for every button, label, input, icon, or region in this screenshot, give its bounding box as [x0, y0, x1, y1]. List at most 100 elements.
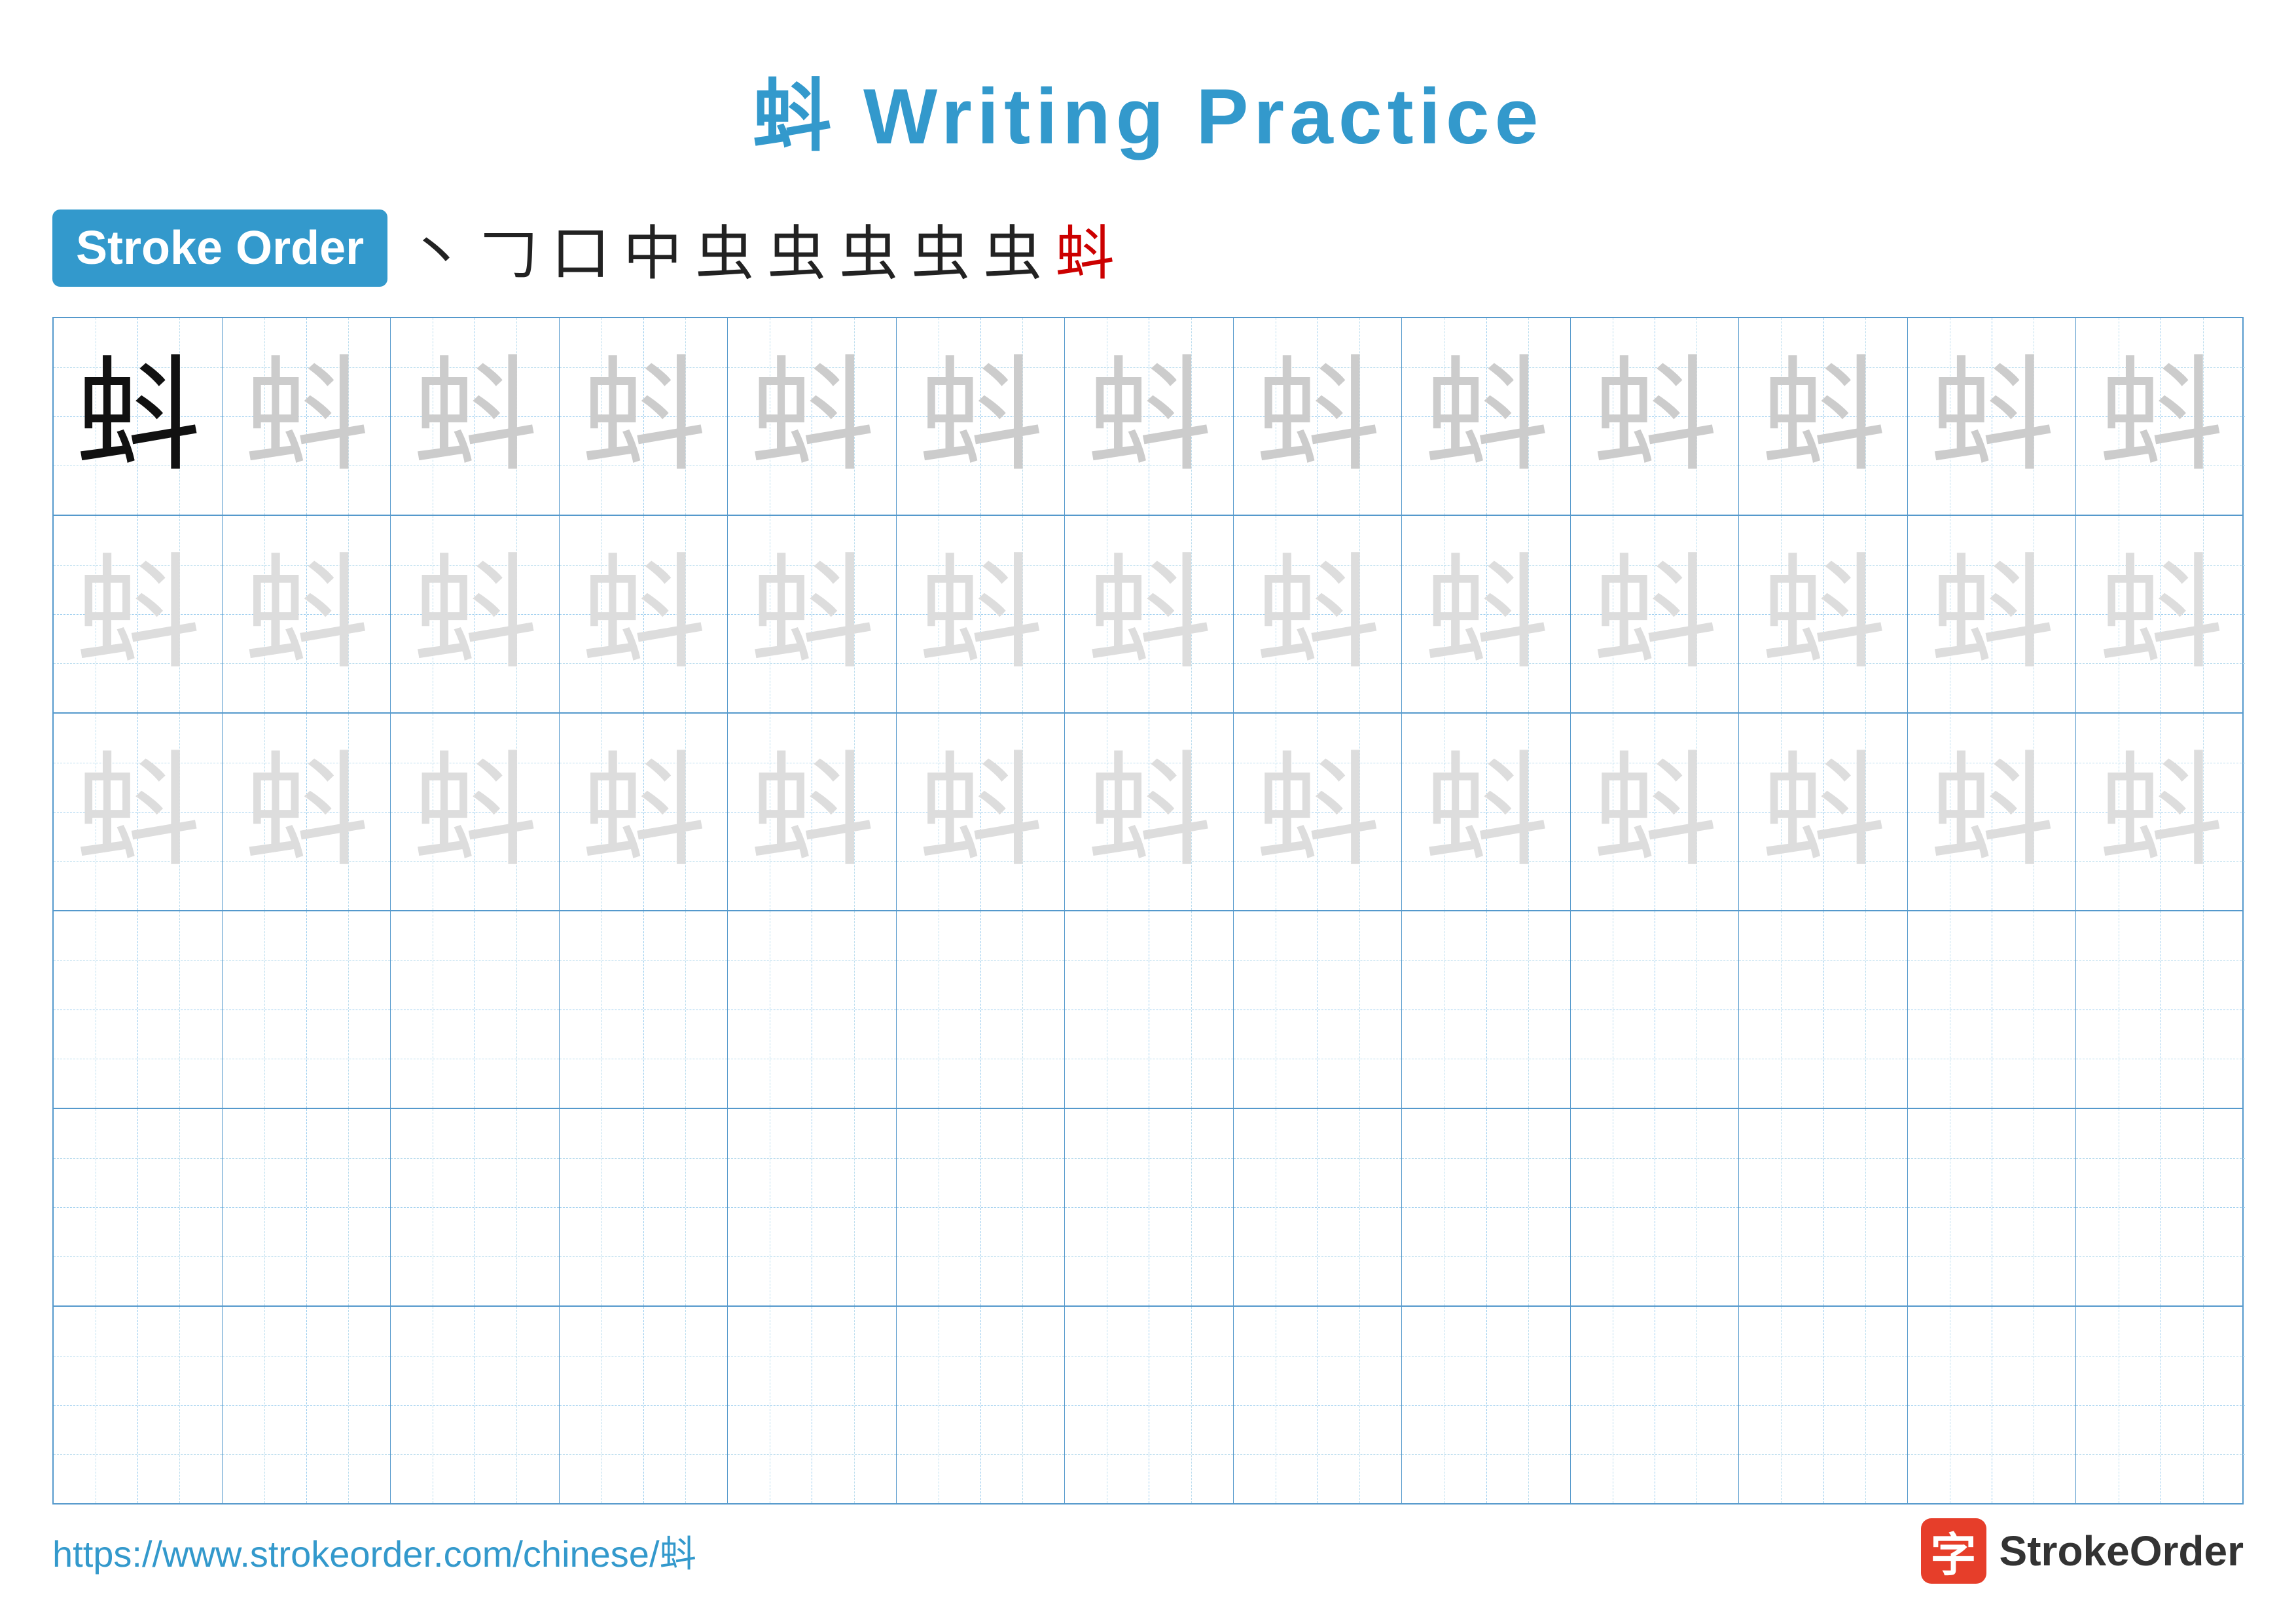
grid-cell[interactable]: 蚪	[1908, 318, 2077, 515]
grid-cell[interactable]	[223, 911, 391, 1108]
grid-cell[interactable]	[728, 1109, 897, 1305]
grid-cell[interactable]: 蚪	[54, 318, 223, 515]
grid-cell[interactable]	[1739, 911, 1908, 1108]
grid-cell[interactable]	[897, 1109, 1066, 1305]
grid-cell[interactable]	[223, 1307, 391, 1503]
grid-cell[interactable]	[560, 911, 728, 1108]
grid-cell[interactable]: 蚪	[391, 714, 560, 910]
grid-cell[interactable]: 蚪	[2076, 318, 2245, 515]
grid-cell[interactable]: 蚪	[728, 318, 897, 515]
grid-row-4	[54, 911, 2242, 1109]
footer-url[interactable]: https://www.strokeorder.com/chinese/蚪	[52, 1525, 696, 1578]
char-light: 蚪	[2098, 552, 2223, 676]
grid-cell[interactable]: 蚪	[1234, 516, 1403, 712]
grid-cell[interactable]: 蚪	[1571, 318, 1740, 515]
grid-cell[interactable]	[54, 911, 223, 1108]
grid-cell[interactable]	[1065, 911, 1234, 1108]
stroke-3: 口	[551, 206, 610, 291]
char-light: 蚪	[581, 750, 706, 874]
stroke-order-row: Stroke Order 丶 𠃌 口 中 虫 虫 虫 虫 虫 蚪	[52, 206, 2244, 291]
char-medium: 蚪	[1929, 354, 2054, 479]
grid-cell[interactable]	[1065, 1307, 1234, 1503]
grid-cell[interactable]: 蚪	[1908, 714, 2077, 910]
grid-cell[interactable]: 蚪	[1571, 516, 1740, 712]
grid-cell[interactable]	[2076, 911, 2245, 1108]
grid-cell[interactable]: 蚪	[1402, 318, 1571, 515]
char-light: 蚪	[1255, 552, 1380, 676]
grid-cell[interactable]	[1571, 1109, 1740, 1305]
grid-cell[interactable]	[54, 1109, 223, 1305]
grid-cell[interactable]	[1402, 1109, 1571, 1305]
char-medium: 蚪	[918, 354, 1043, 479]
grid-cell[interactable]: 蚪	[223, 318, 391, 515]
grid-cell[interactable]	[54, 1307, 223, 1503]
grid-cell[interactable]	[391, 1109, 560, 1305]
grid-cell[interactable]	[1571, 911, 1740, 1108]
grid-cell[interactable]	[728, 1307, 897, 1503]
grid-cell[interactable]: 蚪	[728, 714, 897, 910]
grid-cell[interactable]: 蚪	[223, 516, 391, 712]
char-light: 蚪	[1761, 750, 1886, 874]
grid-cell[interactable]	[223, 1109, 391, 1305]
grid-cell[interactable]	[1234, 911, 1403, 1108]
grid-cell[interactable]: 蚪	[1739, 318, 1908, 515]
grid-row-3: 蚪 蚪 蚪 蚪 蚪 蚪	[54, 714, 2242, 911]
grid-cell[interactable]: 蚪	[2076, 714, 2245, 910]
grid-cell[interactable]: 蚪	[1234, 714, 1403, 910]
grid-cell[interactable]: 蚪	[1065, 714, 1234, 910]
char-light: 蚪	[412, 750, 537, 874]
char-light: 蚪	[918, 750, 1043, 874]
grid-cell[interactable]: 蚪	[1739, 714, 1908, 910]
grid-cell[interactable]	[1234, 1109, 1403, 1305]
grid-cell[interactable]: 蚪	[897, 516, 1066, 712]
char-light: 蚪	[581, 552, 706, 676]
grid-cell[interactable]: 蚪	[2076, 516, 2245, 712]
grid-cell[interactable]: 蚪	[223, 714, 391, 910]
stroke-1: 丶	[407, 206, 466, 291]
grid-cell[interactable]: 蚪	[897, 318, 1066, 515]
grid-cell[interactable]	[391, 1307, 560, 1503]
grid-cell[interactable]	[1234, 1307, 1403, 1503]
grid-cell[interactable]: 蚪	[1065, 318, 1234, 515]
grid-cell[interactable]	[1908, 1109, 2077, 1305]
stroke-4: 中	[623, 206, 682, 291]
grid-cell[interactable]: 蚪	[391, 516, 560, 712]
grid-cell[interactable]: 蚪	[728, 516, 897, 712]
char-medium: 蚪	[749, 354, 874, 479]
grid-cell[interactable]: 蚪	[54, 714, 223, 910]
grid-cell[interactable]	[897, 1307, 1066, 1503]
grid-cell[interactable]: 蚪	[560, 714, 728, 910]
grid-cell[interactable]	[2076, 1109, 2245, 1305]
grid-cell[interactable]	[2076, 1307, 2245, 1503]
grid-cell[interactable]	[1402, 911, 1571, 1108]
grid-cell[interactable]: 蚪	[1065, 516, 1234, 712]
char-light: 蚪	[1761, 552, 1886, 676]
grid-cell[interactable]: 蚪	[1402, 714, 1571, 910]
char-light: 蚪	[1086, 750, 1211, 874]
grid-cell[interactable]	[897, 911, 1066, 1108]
grid-cell[interactable]	[1571, 1307, 1740, 1503]
grid-cell[interactable]	[560, 1307, 728, 1503]
grid-cell[interactable]: 蚪	[560, 318, 728, 515]
footer: https://www.strokeorder.com/chinese/蚪 字 …	[52, 1518, 2244, 1584]
grid-cell[interactable]	[1908, 1307, 2077, 1503]
grid-cell[interactable]: 蚪	[1402, 516, 1571, 712]
grid-cell[interactable]	[728, 911, 897, 1108]
grid-cell[interactable]: 蚪	[1234, 318, 1403, 515]
grid-cell[interactable]: 蚪	[1908, 516, 2077, 712]
grid-cell[interactable]	[1739, 1109, 1908, 1305]
grid-cell[interactable]	[1065, 1109, 1234, 1305]
char-medium: 蚪	[412, 354, 537, 479]
grid-cell[interactable]: 蚪	[391, 318, 560, 515]
grid-cell[interactable]	[1739, 1307, 1908, 1503]
grid-cell[interactable]: 蚪	[54, 516, 223, 712]
grid-cell[interactable]	[391, 911, 560, 1108]
char-medium: 蚪	[581, 354, 706, 479]
grid-cell[interactable]	[1402, 1307, 1571, 1503]
grid-cell[interactable]	[560, 1109, 728, 1305]
grid-cell[interactable]: 蚪	[1571, 714, 1740, 910]
grid-cell[interactable]: 蚪	[560, 516, 728, 712]
grid-cell[interactable]: 蚪	[897, 714, 1066, 910]
grid-cell[interactable]: 蚪	[1739, 516, 1908, 712]
grid-cell[interactable]	[1908, 911, 2077, 1108]
